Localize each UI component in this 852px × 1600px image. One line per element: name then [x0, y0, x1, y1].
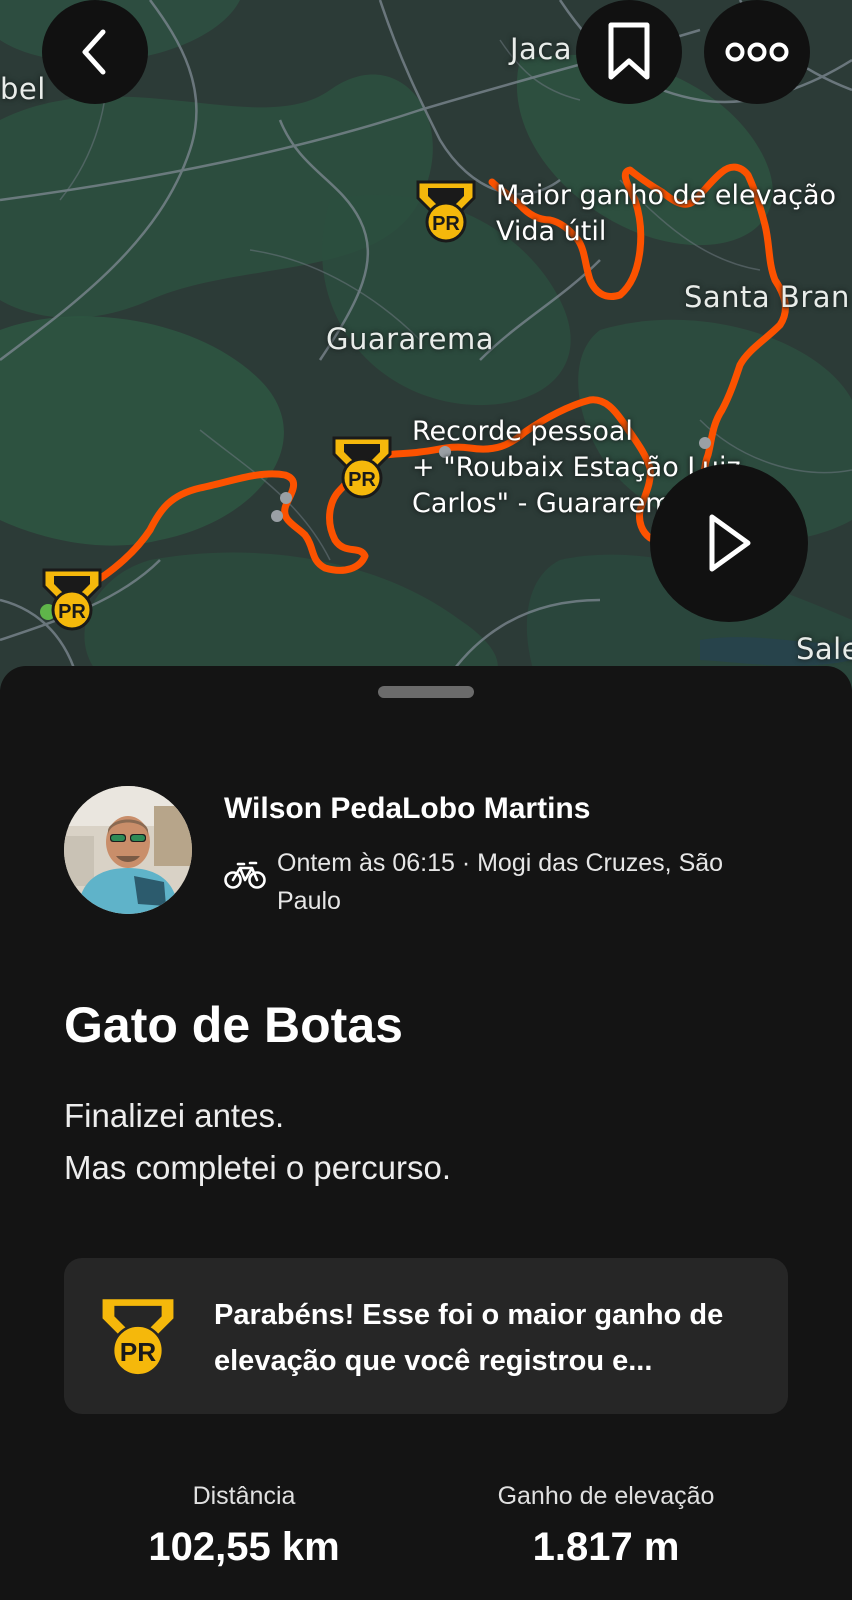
- stat-elevation-gain: Ganho de elevação 1.817 m: [426, 1482, 786, 1570]
- stat-distance: Distância 102,55 km: [64, 1482, 424, 1570]
- play-flyover-button[interactable]: [650, 464, 808, 622]
- pr-segment-label[interactable]: Maior ganho de elevação Vida útil: [496, 178, 836, 250]
- map-place-label: Sale: [796, 632, 852, 666]
- pr-medal-icon: PR: [99, 1296, 177, 1377]
- pr-medal-icon[interactable]: PR: [40, 566, 104, 632]
- achievement-text: Parabéns! Esse foi o maior ganho de elev…: [214, 1299, 724, 1377]
- achievement-card[interactable]: PR Parabéns! Esse foi o maior ganho de e…: [64, 1258, 788, 1414]
- more-options-button[interactable]: [704, 0, 810, 104]
- activity-title: Gato de Botas: [64, 997, 403, 1053]
- stat-value: 1.817 m: [532, 1525, 680, 1569]
- stat-label: Ganho de elevação: [497, 1482, 715, 1510]
- chevron-left-icon: [82, 29, 106, 75]
- athlete-photo: [64, 786, 192, 914]
- athlete-name[interactable]: Wilson PedaLobo Martins: [224, 792, 590, 826]
- svg-text:PR: PR: [58, 601, 86, 623]
- bike-icon: [224, 861, 266, 889]
- map-place-label: Guararema: [326, 322, 494, 356]
- svg-text:PR: PR: [432, 213, 460, 235]
- activity-bottom-sheet[interactable]: Wilson PedaLobo Martins Ontem às 06:15 ·…: [0, 666, 852, 1600]
- svg-text:PR: PR: [348, 469, 376, 491]
- stat-value: 102,55 km: [148, 1525, 340, 1569]
- map-place-label: bel: [0, 72, 46, 106]
- svg-text:PR: PR: [120, 1337, 157, 1367]
- activity-meta: Ontem às 06:15 · Mogi das Cruzes, São Pa…: [277, 849, 724, 915]
- more-horizontal-icon: [725, 42, 789, 62]
- pr-medal-icon[interactable]: PR: [414, 178, 478, 244]
- avatar[interactable]: [64, 786, 192, 914]
- back-button[interactable]: [42, 0, 148, 104]
- pr-medal-icon[interactable]: PR: [330, 434, 394, 500]
- save-button[interactable]: [576, 0, 682, 104]
- map-place-label: Jaca: [510, 32, 573, 66]
- sheet-drag-handle[interactable]: [378, 686, 474, 698]
- bookmark-icon: [608, 22, 650, 80]
- activity-description: Finalizei antes. Mas completei o percurs…: [64, 1097, 451, 1186]
- stat-label: Distância: [192, 1482, 296, 1510]
- activity-map[interactable]: PR PR PR bel Jaca Guararema Santa Bran S…: [0, 0, 852, 690]
- map-place-label: Santa Bran: [684, 280, 850, 314]
- play-icon: [709, 514, 751, 572]
